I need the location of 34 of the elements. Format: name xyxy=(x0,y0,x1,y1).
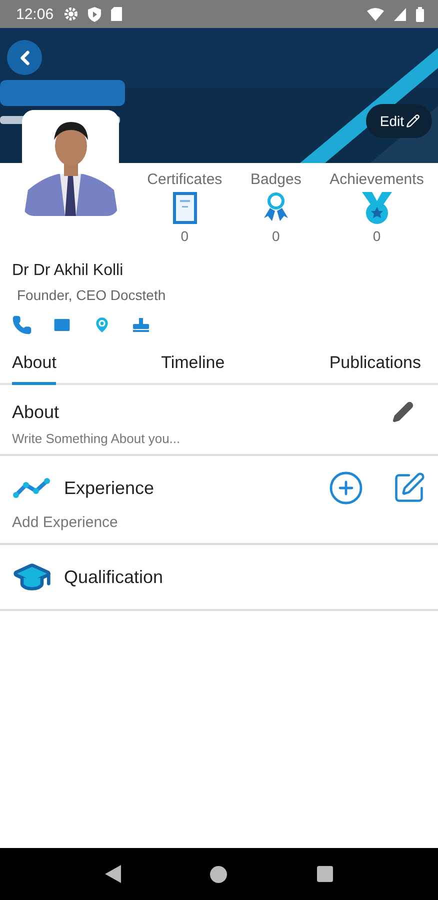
battery-icon xyxy=(416,6,424,22)
medal-icon xyxy=(360,191,393,225)
section-title: Experience xyxy=(64,478,154,498)
shield-icon xyxy=(88,6,101,22)
edit-pencil-button[interactable] xyxy=(392,401,414,423)
profile-role: Founder, CEO Docsteth xyxy=(17,287,167,303)
sd-card-icon xyxy=(110,7,122,21)
section-title: About xyxy=(12,402,60,422)
phone-icon[interactable] xyxy=(12,315,32,335)
stat-label: Achievements xyxy=(330,171,424,188)
stamp-icon[interactable] xyxy=(132,315,150,335)
tab[interactable]: Timeline xyxy=(161,347,225,385)
settings-icon xyxy=(64,7,78,21)
edit-button[interactable] xyxy=(392,471,426,505)
add-button[interactable] xyxy=(328,470,364,506)
stat-label: Badges xyxy=(250,171,302,188)
recents-icon[interactable] xyxy=(317,866,334,882)
wifi-icon xyxy=(367,8,384,20)
stat-count: 0 xyxy=(180,228,189,244)
stat-count: 0 xyxy=(372,228,381,244)
certificate-icon xyxy=(172,191,198,225)
home-icon[interactable] xyxy=(210,866,228,882)
stat-label: Certificates xyxy=(147,171,222,188)
section-hint: Write Something About you... xyxy=(12,431,182,446)
stat-count: 0 xyxy=(272,228,280,244)
status-time: 12:06 xyxy=(16,6,54,22)
back-icon[interactable] xyxy=(104,865,121,883)
section-hint: Add Experience xyxy=(12,514,119,531)
section-title: Qualification xyxy=(64,566,164,588)
profile-name: Dr Dr Akhil Kolli xyxy=(12,262,124,280)
tab[interactable]: About xyxy=(12,347,56,385)
trend-line-icon xyxy=(12,477,52,499)
signal-icon xyxy=(394,8,406,20)
tab[interactable]: Publications xyxy=(329,347,421,385)
